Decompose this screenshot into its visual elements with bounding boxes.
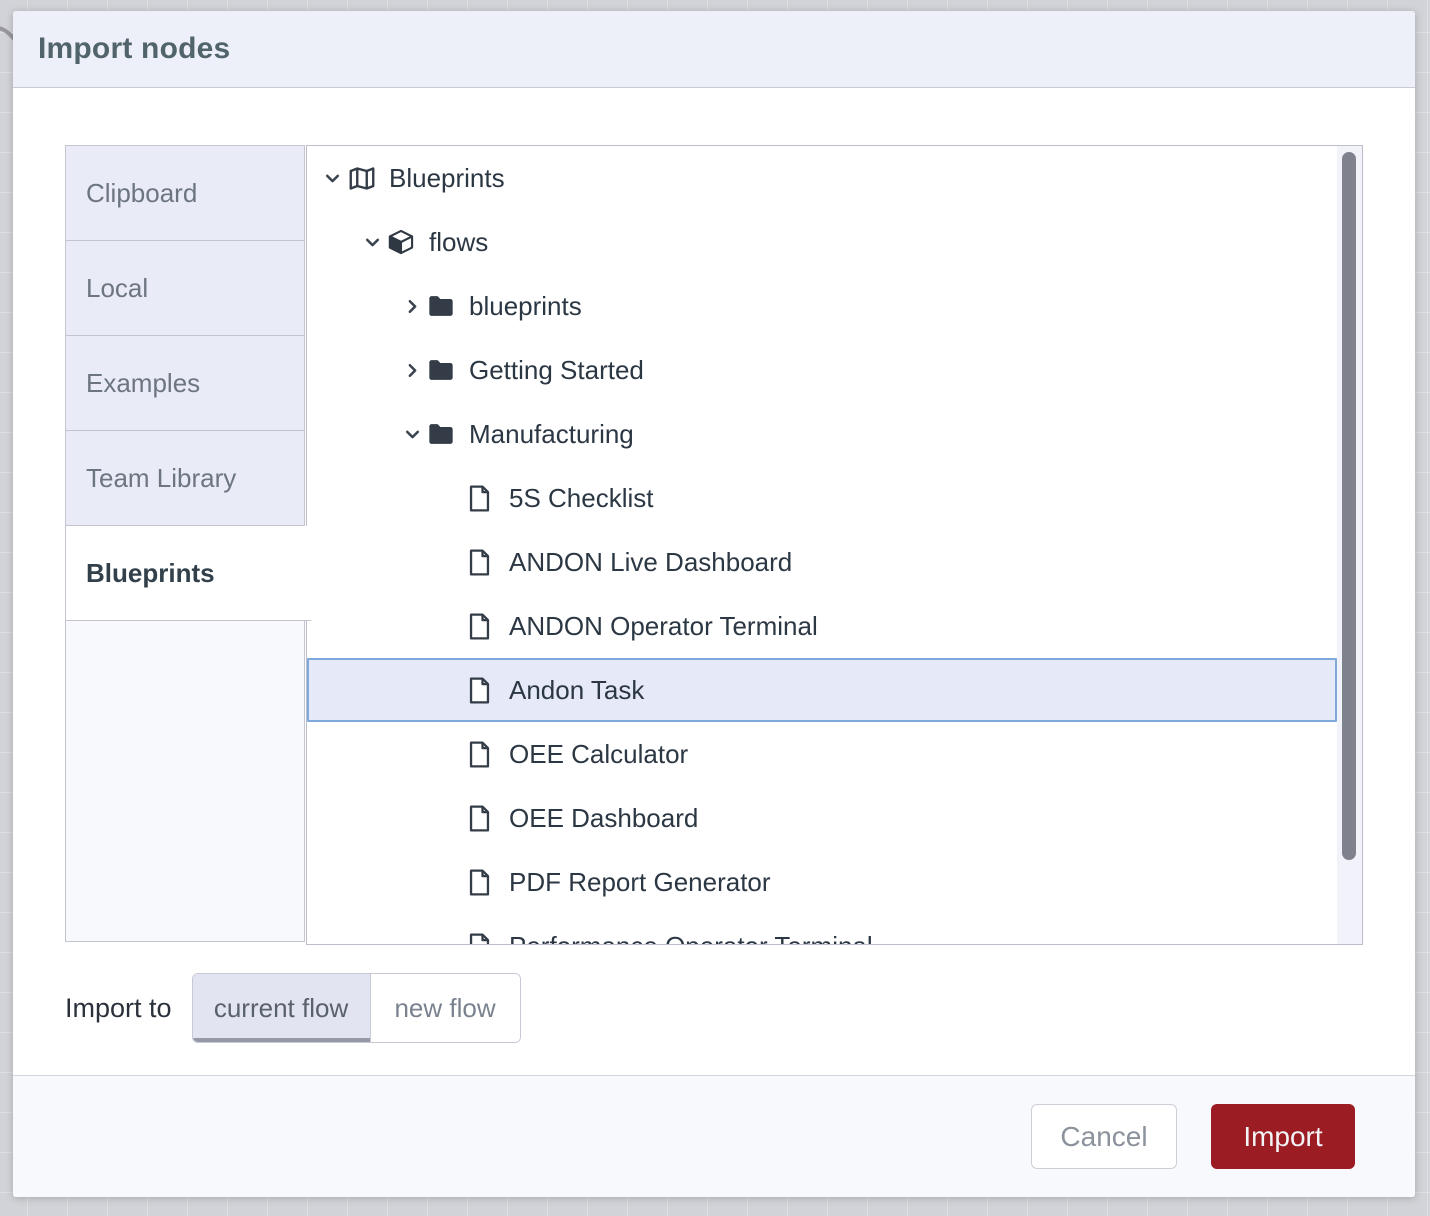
dialog-title: Import nodes — [38, 32, 230, 66]
tree-row-getting-started[interactable]: Getting Started — [307, 338, 1337, 402]
toggle-option-current-flow[interactable]: current flow — [193, 974, 371, 1042]
chevron-down-icon[interactable] — [317, 169, 347, 188]
tree-item-label: Performance Operator Terminal — [509, 931, 873, 946]
folder-icon — [427, 294, 457, 318]
tree-row-andon-operator-terminal[interactable]: ANDON Operator Terminal — [307, 594, 1337, 658]
file-icon — [467, 612, 497, 641]
tree-item-label: OEE Calculator — [509, 739, 688, 770]
import-nodes-dialog: Import nodes Clipboard Local Examples Te… — [13, 11, 1415, 1197]
file-icon — [467, 676, 497, 705]
sidebar-tab-label: Clipboard — [86, 178, 197, 209]
tree-row-performance-operator-terminal[interactable]: Performance Operator Terminal — [307, 914, 1337, 945]
tree-item-label: Manufacturing — [469, 419, 634, 450]
cube-icon — [387, 228, 417, 256]
toggle-option-new-flow[interactable]: new flow — [371, 974, 520, 1042]
library-tree: Blueprints flows blueprints Getting Star… — [307, 146, 1362, 944]
tree-row-pdf-report-generator[interactable]: PDF Report Generator — [307, 850, 1337, 914]
library-tree-panel: Blueprints flows blueprints Getting Star… — [306, 145, 1363, 945]
tree-row-blueprints[interactable]: Blueprints — [307, 146, 1337, 210]
tree-row-flows[interactable]: flows — [307, 210, 1337, 274]
file-icon — [467, 484, 497, 513]
library-source-tabs: Clipboard Local Examples Team Library Bl… — [65, 145, 305, 942]
tree-row-andon-live-dashboard[interactable]: ANDON Live Dashboard — [307, 530, 1337, 594]
import-target-toggle: current flow new flow — [192, 973, 521, 1043]
sidebar-tab-label: Local — [86, 273, 148, 304]
sidebar-tab-label: Team Library — [86, 463, 236, 494]
tree-item-label: OEE Dashboard — [509, 803, 698, 834]
chevron-down-icon[interactable] — [357, 233, 387, 252]
tree-item-label: 5S Checklist — [509, 483, 654, 514]
tree-item-label: ANDON Live Dashboard — [509, 547, 792, 578]
sidebar-tab-examples[interactable]: Examples — [66, 336, 304, 431]
sidebar-tab-team-library[interactable]: Team Library — [66, 431, 304, 526]
folder-icon — [427, 422, 457, 446]
file-icon — [467, 932, 497, 946]
file-icon — [467, 740, 497, 769]
tree-row-oee-dashboard[interactable]: OEE Dashboard — [307, 786, 1337, 850]
sidebar-tab-local[interactable]: Local — [66, 241, 304, 336]
tree-item-label: Andon Task — [509, 675, 644, 706]
sidebar-tab-label: Blueprints — [86, 558, 215, 589]
file-icon — [467, 868, 497, 897]
import-to-label: Import to — [65, 993, 172, 1024]
dialog-header: Import nodes — [13, 11, 1415, 88]
tree-item-label: blueprints — [469, 291, 582, 322]
import-target-row: Import to current flow new flow — [65, 973, 521, 1043]
tree-row-oee-calculator[interactable]: OEE Calculator — [307, 722, 1337, 786]
chevron-right-icon[interactable] — [397, 361, 427, 380]
cancel-button[interactable]: Cancel — [1031, 1104, 1177, 1169]
scrollbar-track[interactable] — [1337, 146, 1362, 944]
file-icon — [467, 548, 497, 577]
dialog-footer: Cancel Import — [13, 1075, 1415, 1197]
sidebar-tab-label: Examples — [86, 368, 200, 399]
chevron-right-icon[interactable] — [397, 297, 427, 316]
sidebar-tab-clipboard[interactable]: Clipboard — [66, 146, 304, 241]
tree-row-andon-task[interactable]: Andon Task — [307, 658, 1337, 722]
import-button[interactable]: Import — [1211, 1104, 1355, 1169]
toggle-option-label: new flow — [394, 993, 495, 1024]
tree-item-label: ANDON Operator Terminal — [509, 611, 818, 642]
tree-row-manufacturing[interactable]: Manufacturing — [307, 402, 1337, 466]
tree-item-label: flows — [429, 227, 488, 258]
tree-row-blueprints[interactable]: blueprints — [307, 274, 1337, 338]
tree-item-label: Blueprints — [389, 163, 505, 194]
map-icon — [347, 165, 377, 192]
sidebar-tab-blueprints[interactable]: Blueprints — [66, 526, 311, 621]
tree-row-5s-checklist[interactable]: 5S Checklist — [307, 466, 1337, 530]
folder-icon — [427, 358, 457, 382]
scrollbar-thumb[interactable] — [1342, 152, 1356, 860]
chevron-down-icon[interactable] — [397, 425, 427, 444]
tree-item-label: Getting Started — [469, 355, 644, 386]
file-icon — [467, 804, 497, 833]
toggle-option-label: current flow — [214, 993, 348, 1024]
tree-item-label: PDF Report Generator — [509, 867, 771, 898]
